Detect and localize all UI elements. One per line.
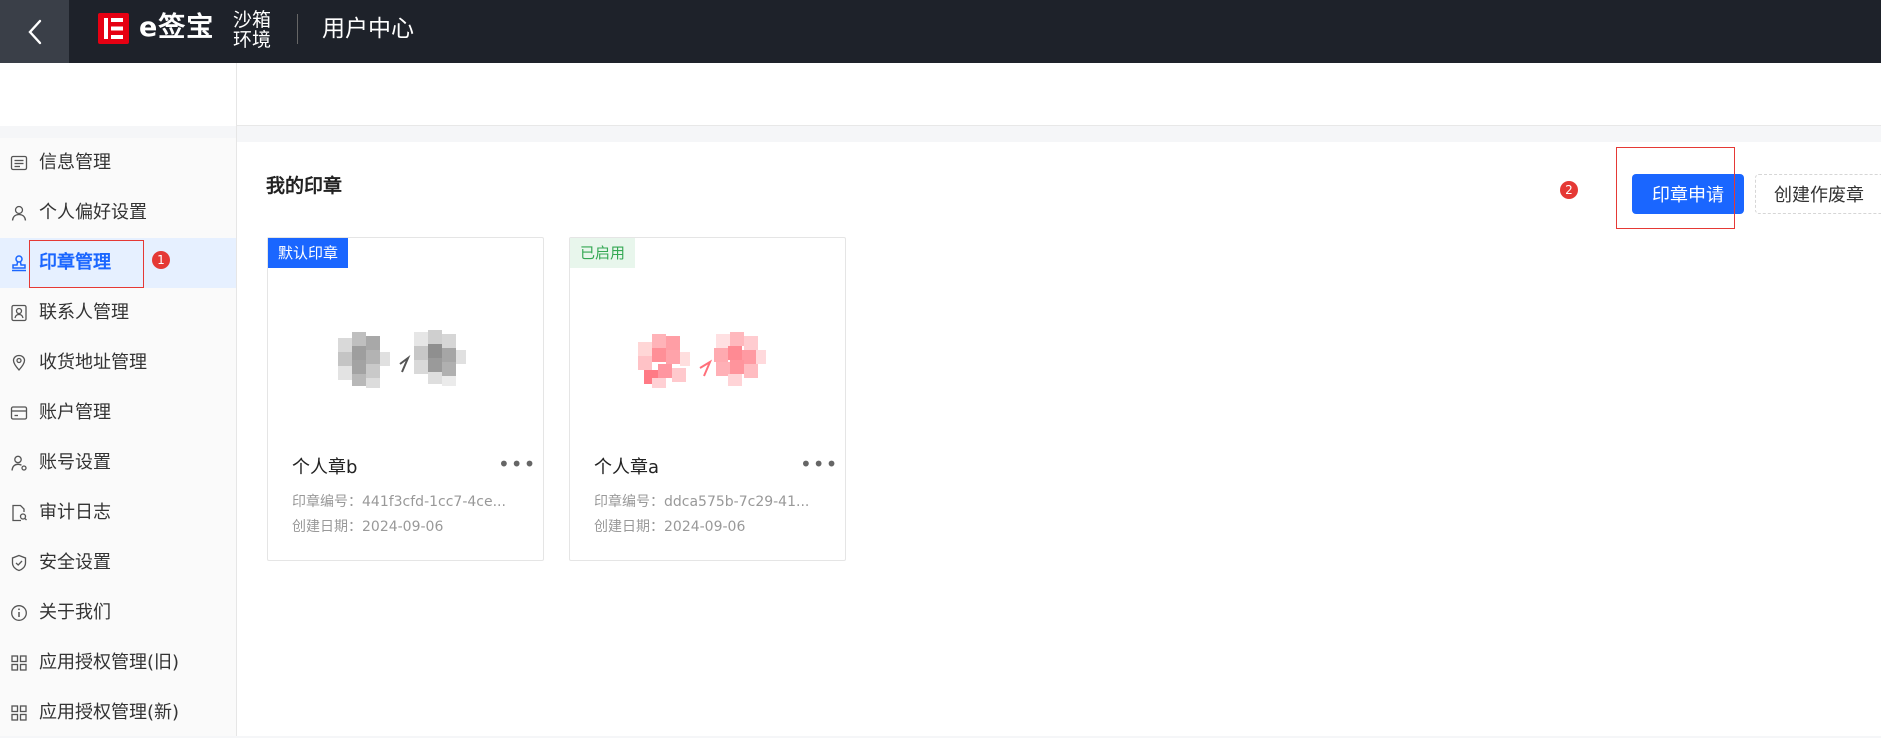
sidebar-item-label: 安全设置 [39, 552, 111, 573]
seal-number: 印章编号：ddca575b-7c29-41... [594, 494, 810, 510]
annotation-badge-2: 2 [1560, 181, 1578, 199]
enabled-tag: 已启用 [570, 238, 636, 268]
stamp-icon [12, 255, 26, 272]
create-void-seal-button[interactable]: 创建作废章 [1755, 174, 1881, 214]
default-seal-tag: 默认印章 [268, 238, 349, 268]
seal-apply-button[interactable]: 印章申请 [1632, 174, 1744, 214]
seal-card[interactable]: 默认印章 个人章b ••• 印章编号：441f3cfd-1cc7-4ce... … [267, 237, 544, 561]
sidebar-item-label: 账号设置 [39, 452, 111, 473]
location-icon [12, 354, 26, 371]
sidebar-item-account[interactable]: 账户管理 [0, 388, 236, 438]
sidebar-item-security[interactable]: 安全设置 [0, 538, 236, 588]
more-options-icon[interactable]: ••• [498, 454, 536, 474]
seal-image-blurred [338, 330, 466, 388]
top-bar: e签宝 沙箱环境 用户中心 [0, 0, 1881, 63]
sidebar-item-address[interactable]: 收货地址管理 [0, 338, 236, 388]
apps-grid-icon [11, 705, 27, 721]
seal-created-date: 创建日期：2024-09-06 [292, 519, 444, 535]
sidebar-item-label: 应用授权管理(新) [39, 702, 180, 723]
annotation-badge-1: 1 [152, 251, 170, 269]
content-header-area [237, 63, 1881, 126]
sidebar-header-area [0, 63, 236, 126]
seal-name: 个人章a [594, 457, 660, 478]
sandbox-label: 沙箱环境 [233, 9, 272, 51]
seal-card[interactable]: 已启用 个人章a ••• 印章编号：ddca575b-7c29-41... 创建… [569, 237, 846, 561]
more-options-icon[interactable]: ••• [800, 454, 838, 474]
sidebar: 信息管理 个人偏好设置 印章管理 联系人管理 收货地址管理 账户管理 账号设置 … [0, 138, 236, 736]
sidebar-item-about[interactable]: 关于我们 [0, 588, 236, 638]
sidebar-item-label: 收货地址管理 [39, 352, 147, 373]
shield-icon [11, 554, 27, 572]
sidebar-item-app-auth-old[interactable]: 应用授权管理(旧) [0, 638, 236, 688]
sidebar-item-label: 账户管理 [39, 402, 111, 423]
sidebar-item-label: 应用授权管理(旧) [39, 652, 180, 673]
sidebar-item-audit-log[interactable]: 审计日志 [0, 488, 236, 538]
chevron-left-icon [27, 19, 41, 44]
sidebar-item-info[interactable]: 信息管理 [0, 138, 236, 188]
sidebar-item-account-settings[interactable]: 账号设置 [0, 438, 236, 488]
sidebar-item-app-auth-new[interactable]: 应用授权管理(新) [0, 688, 236, 738]
topbar-divider [297, 14, 298, 44]
apps-grid-icon [11, 655, 27, 671]
sidebar-item-label: 关于我们 [39, 602, 111, 623]
seal-name: 个人章b [292, 457, 358, 478]
sidebar-item-label: 联系人管理 [39, 302, 129, 323]
user-settings-icon [11, 455, 27, 471]
audit-log-icon [12, 504, 27, 522]
info-card-icon [10, 155, 28, 171]
page-title: 我的印章 [266, 175, 343, 197]
sidebar-item-contacts[interactable]: 联系人管理 [0, 288, 236, 338]
seal-image-blurred [638, 332, 766, 388]
seal-number: 印章编号：441f3cfd-1cc7-4ce... [292, 494, 506, 510]
logo-mark-icon [98, 13, 129, 44]
sidebar-item-label: 个人偏好设置 [39, 202, 147, 223]
main-content: 我的印章 印章申请 创建作废章 默认印章 个人章b ••• 印章编号：441f3… [237, 142, 1881, 736]
wallet-icon [10, 406, 28, 420]
back-button[interactable] [0, 0, 69, 63]
sidebar-item-label: 印章管理 [39, 252, 111, 273]
info-circle-icon [11, 605, 27, 621]
sidebar-item-label: 审计日志 [39, 502, 111, 523]
user-icon [11, 205, 27, 221]
seal-created-date: 创建日期：2024-09-06 [594, 519, 746, 535]
page-header-title: 用户中心 [322, 16, 414, 42]
sidebar-item-preferences[interactable]: 个人偏好设置 [0, 188, 236, 238]
logo-text: e签宝 [139, 12, 215, 43]
sidebar-item-label: 信息管理 [39, 152, 111, 173]
contact-icon [11, 304, 27, 322]
sidebar-item-seal-management[interactable]: 印章管理 [0, 238, 236, 288]
